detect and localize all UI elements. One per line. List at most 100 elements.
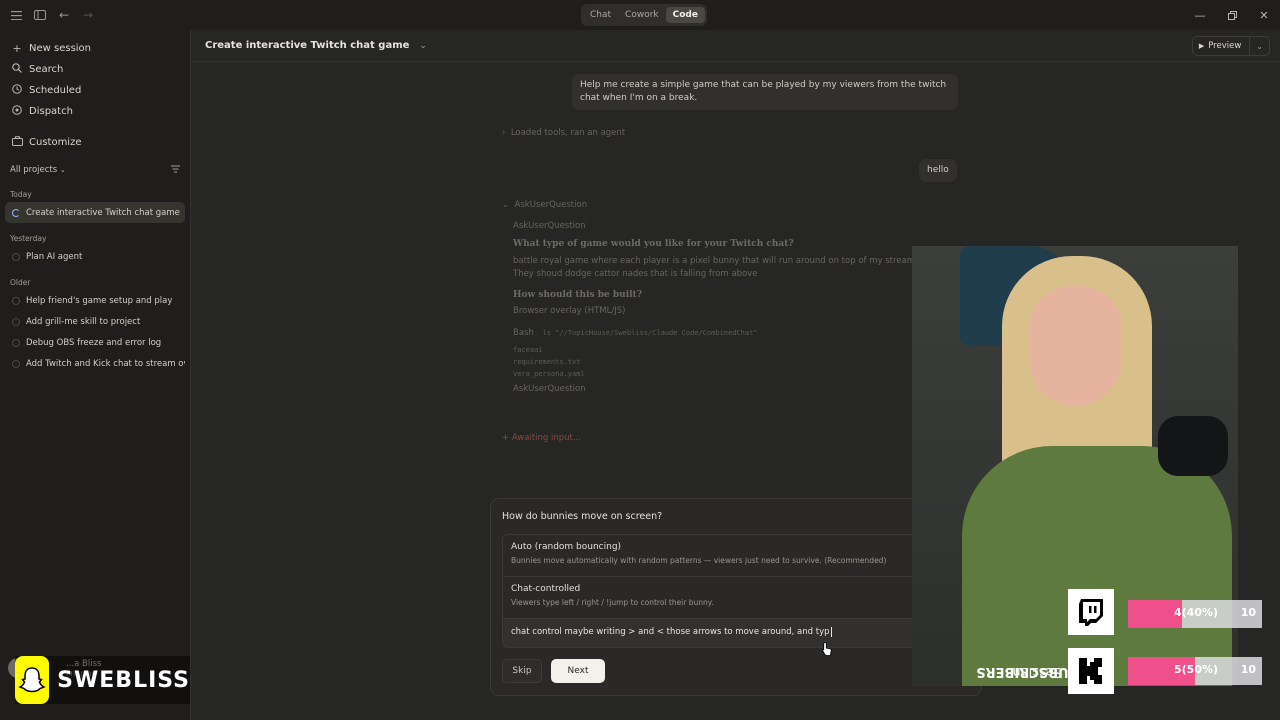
custom-answer-input[interactable]: chat control maybe writing > and < those…	[503, 619, 971, 647]
custom-answer-text: chat control maybe writing > and < those…	[511, 627, 830, 637]
new-session-button[interactable]: + New session	[0, 38, 190, 59]
close-icon[interactable]: ✕	[1248, 0, 1280, 30]
minimize-icon[interactable]: —	[1184, 0, 1216, 30]
status-dot-icon	[12, 317, 20, 326]
twitch-goal-value: 4(40%)	[1174, 606, 1219, 619]
chat-item-label: Plan AI agent	[26, 251, 83, 262]
chat-item-label: Create interactive Twitch chat game	[26, 207, 180, 218]
option-label: Auto (random bouncing)	[511, 542, 622, 552]
clock-icon	[10, 84, 24, 97]
nav-label: New session	[29, 43, 92, 54]
mouse-pointer-icon	[822, 641, 832, 656]
output-line: requirements.txt	[513, 358, 581, 366]
tab-cowork[interactable]: Cowork	[618, 7, 666, 23]
chat-item[interactable]: Add Twitch and Kick chat to stream ov...	[5, 353, 185, 374]
user-message: Help me create a simple game that can be…	[572, 74, 958, 110]
options-list: Auto (random bouncing) Bunnies move auto…	[502, 534, 972, 648]
session-title[interactable]: Create interactive Twitch chat game	[205, 40, 409, 51]
window-controls: — ✕	[1184, 0, 1280, 30]
section-yesterday: Yesterday	[10, 234, 47, 243]
nav-label: Scheduled	[29, 85, 82, 96]
sidebar-toggle-icon[interactable]	[28, 3, 52, 27]
chat-item[interactable]: Debug OBS freeze and error log	[5, 332, 185, 353]
kick-goal-value: 5(50%)	[1174, 663, 1219, 676]
kick-goal-target: 10	[1240, 663, 1256, 676]
text-caret	[830, 627, 835, 637]
status-dot-icon	[12, 252, 20, 261]
projects-filter[interactable]: All projects ⌄	[0, 161, 190, 179]
user-message: hello	[919, 159, 957, 182]
output-line: faceaai	[513, 346, 543, 354]
bash-command: ls "//TopicHouse/Swebliss/Claude Code/Co…	[542, 329, 758, 337]
snapchat-ghost-icon	[15, 656, 50, 704]
status-dot-icon	[12, 296, 20, 305]
subscribers-label: Session SUBSCRIBERS	[976, 664, 1078, 679]
awaiting-status: + Awaiting input...	[502, 433, 581, 443]
question-panel: How do bunnies move on screen? Auto (ran…	[490, 498, 982, 696]
customize-button[interactable]: Customize	[0, 132, 190, 153]
filter-icon[interactable]	[171, 165, 180, 176]
sidebar: + New session Search Scheduled Dispatch	[0, 30, 191, 720]
streamer-face	[1030, 286, 1122, 406]
dispatch-button[interactable]: Dispatch	[0, 101, 190, 122]
option-desc: Bunnies move automatically with random p…	[511, 556, 887, 565]
app-window: ← → Chat Cowork Code — ✕ + New session S…	[0, 0, 1280, 720]
title-bar: ← → Chat Cowork Code — ✕	[0, 0, 1280, 30]
tab-chat[interactable]: Chat	[583, 7, 618, 23]
kick-icon	[1068, 648, 1114, 694]
tool-call-header[interactable]: ⌄ AskUserQuestion	[502, 200, 587, 210]
tool-summary[interactable]: › Loaded tools, ran an agent	[502, 128, 625, 138]
option-chat-controlled[interactable]: Chat-controlled Viewers type left / righ…	[503, 577, 971, 619]
chevron-right-icon: ›	[502, 128, 506, 138]
option-auto[interactable]: Auto (random bouncing) Bunnies move auto…	[503, 535, 971, 577]
nav-label: Search	[29, 64, 64, 75]
chat-item-label: Add Twitch and Kick chat to stream ov...	[26, 358, 185, 369]
chat-item[interactable]: Create interactive Twitch chat game	[5, 202, 185, 223]
scheduled-button[interactable]: Scheduled	[0, 80, 190, 101]
option-desc: Viewers type left / right / !jump to con…	[511, 598, 714, 607]
skip-button[interactable]: Skip	[502, 659, 542, 683]
search-button[interactable]: Search	[0, 59, 190, 80]
status-dot-icon	[12, 359, 20, 368]
tab-code[interactable]: Code	[665, 7, 705, 23]
projects-label: All projects	[10, 165, 58, 175]
menu-icon[interactable]	[4, 3, 28, 27]
chat-item[interactable]: Plan AI agent	[5, 246, 185, 267]
chat-item[interactable]: Add grill-me skill to project	[5, 311, 185, 332]
briefcase-icon	[10, 136, 24, 149]
play-icon: ▶	[1198, 42, 1205, 50]
question-title: What type of game would you like for you…	[513, 239, 794, 249]
back-arrow-icon[interactable]: ←	[52, 3, 76, 27]
question-title: How do bunnies move on screen?	[502, 511, 663, 522]
brand-name: SWEBLISS	[57, 667, 190, 693]
tool-call-label: AskUserQuestion	[513, 384, 586, 394]
mode-switch: Chat Cowork Code	[581, 4, 707, 26]
chevron-down-icon: ⌄	[59, 166, 66, 174]
chevron-down-icon[interactable]: ⌄	[419, 41, 427, 51]
twitch-goal-bar: 4(40%) 10	[1128, 600, 1262, 628]
bash-output: faceaai requirements.txt vera_persona.ya…	[513, 344, 585, 380]
chat-item[interactable]: Help friend's game setup and play	[5, 290, 185, 311]
chevron-down-icon[interactable]: ⌄	[1250, 42, 1269, 51]
bash-call: Bash ls "//TopicHouse/Swebliss/Claude Co…	[513, 327, 758, 339]
tool-call-label: AskUserQuestion	[513, 221, 586, 231]
nav-label: Dispatch	[29, 106, 73, 117]
session-header: Create interactive Twitch chat game ⌄ ▶ P…	[192, 30, 1280, 62]
status-dot-icon	[12, 338, 20, 347]
chat-item-label: Debug OBS freeze and error log	[26, 337, 162, 348]
dispatch-icon	[10, 105, 24, 118]
customize-label: Customize	[29, 137, 82, 148]
preview-label: Preview	[1208, 41, 1242, 51]
search-icon	[10, 63, 24, 76]
twitch-goal-target: 10	[1240, 606, 1256, 619]
restore-icon[interactable]	[1216, 0, 1248, 30]
forward-arrow-icon[interactable]: →	[76, 3, 100, 27]
tool-call-header-text: AskUserQuestion	[514, 200, 588, 210]
chevron-down-icon: ⌄	[502, 200, 510, 210]
awaiting-text: Awaiting input...	[511, 433, 581, 443]
plus-icon: +	[502, 433, 510, 443]
twitch-icon	[1068, 589, 1114, 635]
next-button[interactable]: Next	[551, 659, 605, 683]
plus-icon: +	[12, 42, 22, 55]
preview-button[interactable]: ▶ Preview ⌄	[1191, 36, 1270, 56]
